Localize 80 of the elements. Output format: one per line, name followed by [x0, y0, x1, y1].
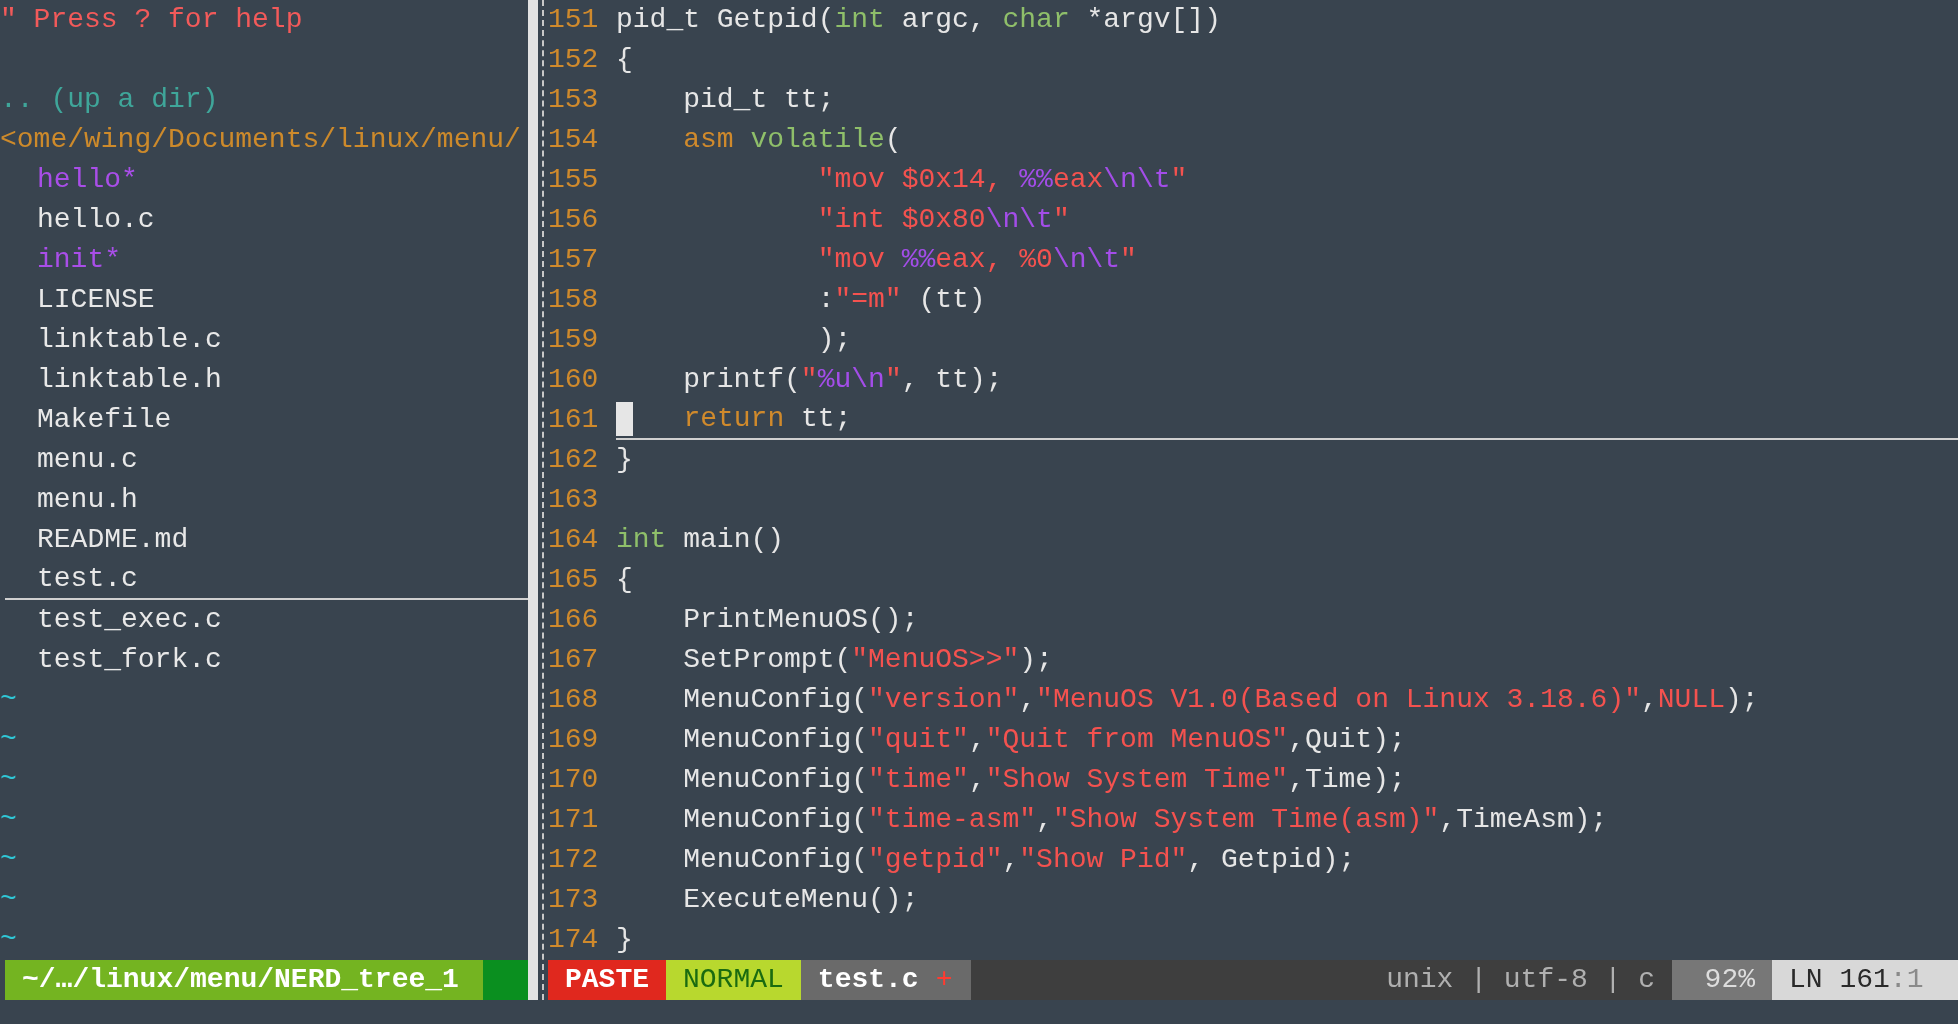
file-name[interactable]: menu.h: [37, 484, 138, 515]
code-line: }: [616, 923, 633, 957]
line-number: 162: [548, 443, 600, 477]
code-line: pid_t Getpid(int argc, char *argv[]): [616, 3, 1221, 37]
line-number: 154: [548, 123, 600, 157]
tree-status-bar: ~/…/linux/menu/NERD_tree_1: [5, 960, 483, 1000]
line-number: 159: [548, 323, 600, 357]
code-line: MenuConfig("time-asm","Show System Time(asm)",TimeAsm);: [682, 803, 1608, 837]
line-number: 160: [548, 363, 600, 397]
line-number: 164: [548, 523, 600, 557]
file-name[interactable]: test_fork.c: [37, 644, 222, 675]
code-line: }: [616, 443, 633, 477]
file-name[interactable]: test_exec.c: [37, 604, 222, 635]
file-name[interactable]: LICENSE: [37, 284, 155, 315]
line-number: 172: [548, 843, 600, 877]
help-hint: " Press ? for help: [0, 3, 304, 37]
code-line: MenuConfig("time","Show System Time",Time);: [682, 763, 1406, 797]
empty-line-marker: ~: [0, 804, 17, 835]
code-line: pid_t tt;: [682, 83, 835, 117]
text-cursor: [616, 402, 633, 436]
code-line: );: [816, 323, 852, 357]
empty-line-marker: ~: [0, 884, 17, 915]
file-name: test.c: [817, 963, 919, 997]
empty-line-marker: ~: [0, 684, 17, 715]
line-number: 155: [548, 163, 600, 197]
modified-mark: +: [935, 963, 953, 997]
file-name[interactable]: hello.c: [37, 204, 155, 235]
code-line: return tt;: [682, 402, 852, 436]
root-path: <ome/wing/Documents/linux/menu/: [0, 123, 522, 157]
line-number: 152: [548, 43, 600, 77]
scroll-percent: 92%: [1672, 960, 1772, 1000]
code-line: {: [616, 43, 633, 77]
line-number: 174: [548, 923, 600, 957]
line-number: 166: [548, 603, 600, 637]
line-number: 171: [548, 803, 600, 837]
line-number: 170: [548, 763, 600, 797]
line-number: 163: [548, 483, 600, 517]
line-number: 151: [548, 3, 600, 37]
line-number: 161: [548, 403, 600, 437]
code-line: "mov %%eax, %0\n\t": [816, 243, 1137, 277]
empty-line-marker: ~: [0, 764, 17, 795]
line-number: 173: [548, 883, 600, 917]
file-name[interactable]: linktable.h: [37, 364, 222, 395]
paste-indicator: PASTE: [548, 960, 666, 1000]
code-line: :"=m" (tt): [816, 283, 986, 317]
status-bar-segment: [483, 960, 528, 1000]
file-name[interactable]: test.c: [37, 563, 138, 594]
code-line: asm volatile(: [682, 123, 902, 157]
line-number: 153: [548, 83, 600, 117]
file-name[interactable]: README.md: [37, 524, 189, 555]
mode-indicator: NORMAL: [666, 960, 801, 1000]
code-line: ExecuteMenu();: [682, 883, 919, 917]
code-line: MenuConfig("version","MenuOS V1.0(Based on Linux 3.18.6)",NULL);: [682, 683, 1759, 717]
file-name[interactable]: linktable.c: [37, 324, 222, 355]
line-number: 156: [548, 203, 600, 237]
code-line: MenuConfig("getpid","Show Pid", Getpid);: [682, 843, 1356, 877]
file-name[interactable]: Makefile: [37, 404, 172, 435]
file-info: unix | utf-8 | c: [1385, 963, 1656, 997]
code-line: "mov $0x14, %%eax\n\t": [816, 163, 1188, 197]
parent-directory: .. (up a dir): [0, 83, 220, 117]
line-number: 169: [548, 723, 600, 757]
line-number: 168: [548, 683, 600, 717]
code-line: printf("%u\n", tt);: [682, 363, 1003, 397]
code-line: {: [616, 563, 633, 597]
column-position: :1: [1889, 963, 1924, 997]
code-line: SetPrompt("MenuOS>>");: [682, 643, 1053, 677]
code-line: "int $0x80\n\t": [816, 203, 1070, 237]
code-line: int main(): [616, 523, 785, 557]
line-number: 165: [548, 563, 600, 597]
line-position: LN 161: [1789, 963, 1890, 997]
line-number: 157: [548, 243, 600, 277]
empty-line-marker: ~: [0, 924, 17, 955]
code-line: PrintMenuOS();: [682, 603, 919, 637]
empty-line-marker: ~: [0, 724, 17, 755]
code-line: MenuConfig("quit","Quit from MenuOS",Quit);: [682, 723, 1406, 757]
line-number: 158: [548, 283, 600, 317]
line-number: 167: [548, 643, 600, 677]
selected-file-row[interactable]: test.c: [5, 560, 528, 600]
file-name[interactable]: menu.c: [37, 444, 138, 475]
empty-line-marker: ~: [0, 844, 17, 875]
